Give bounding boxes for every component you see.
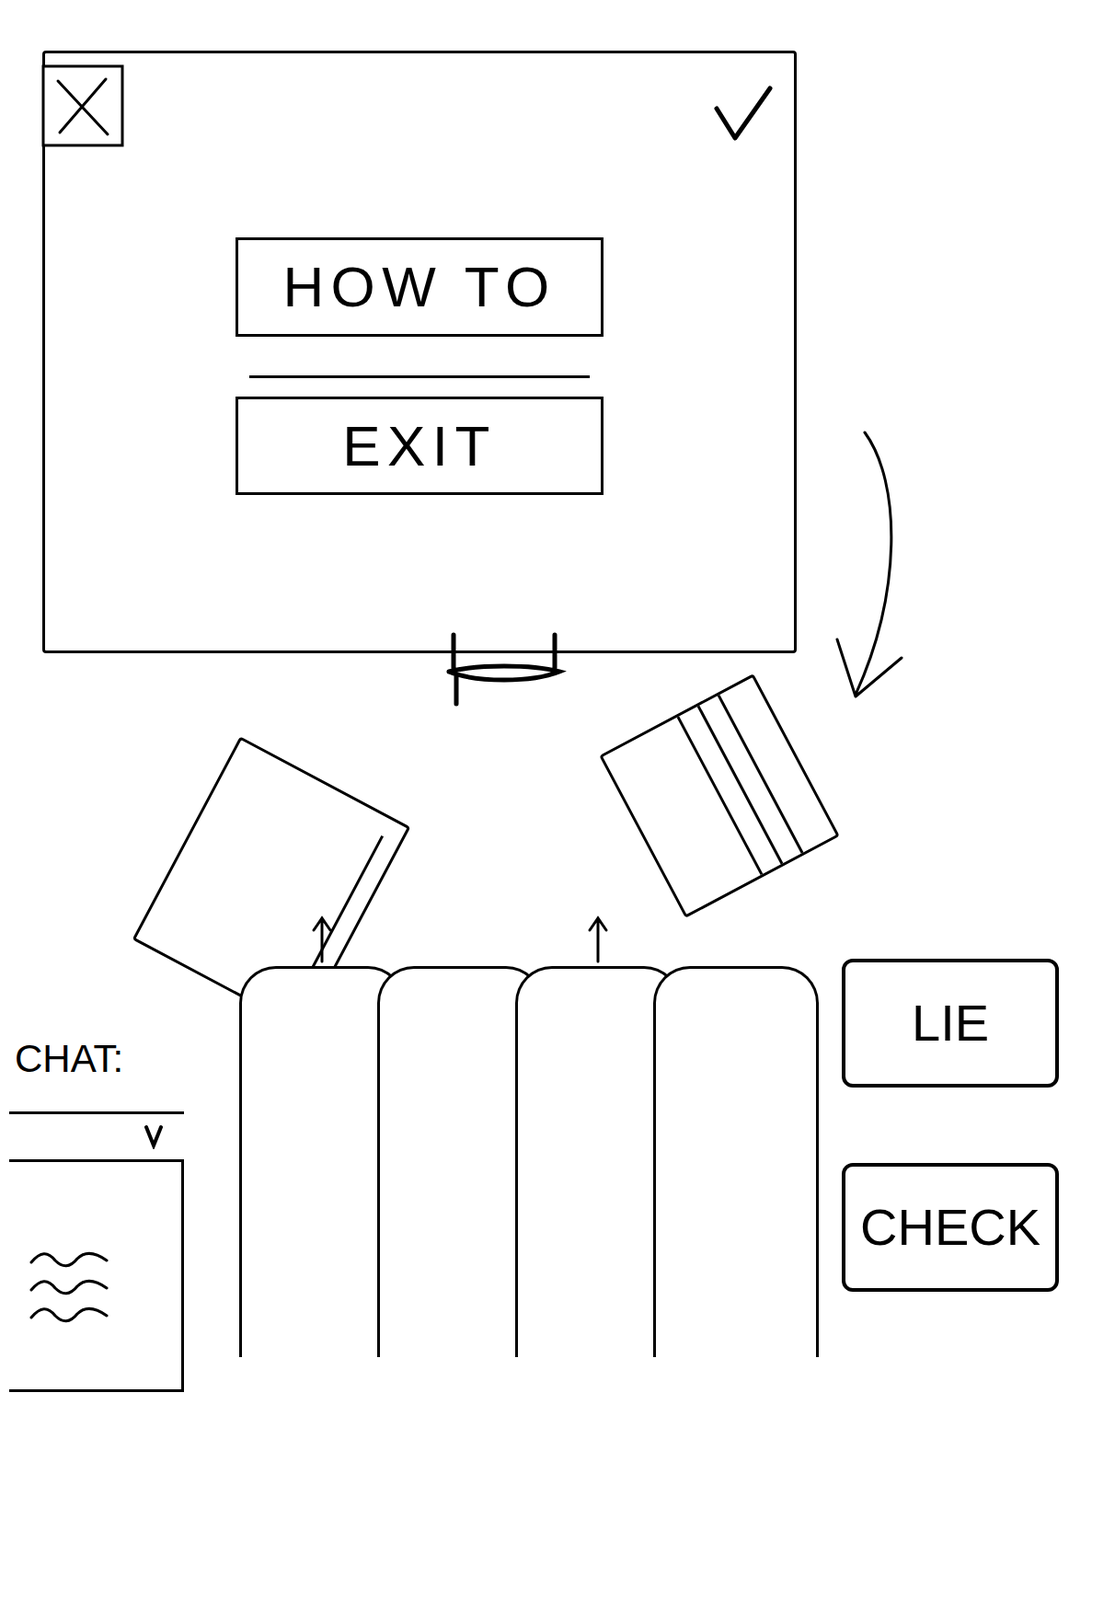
menu-dialog: HOW TO EXIT [42, 50, 797, 654]
chat-message-squiggle-icon [27, 1304, 111, 1323]
raise-arrow-icon [586, 915, 610, 964]
chat-panel: CHAT: [0, 958, 189, 1392]
chat-label: CHAT: [0, 1034, 189, 1084]
action-buttons: LIE CHECK [841, 958, 1059, 1292]
raise-arrow-icon [310, 915, 334, 964]
confirm-check-icon[interactable] [711, 80, 776, 146]
card-lines [602, 677, 837, 915]
play-direction-arrow-icon [827, 427, 920, 704]
dialog-stand-icon [439, 625, 569, 709]
hand-card[interactable] [653, 965, 819, 1357]
hand [239, 965, 819, 1357]
chat-message-squiggle-icon [27, 1249, 111, 1268]
close-icon[interactable] [41, 64, 125, 148]
chat-message-squiggle-icon [27, 1276, 111, 1296]
menu-button[interactable]: EXIT [235, 396, 604, 496]
chevron-down-icon [143, 1123, 164, 1150]
played-card [598, 673, 840, 919]
game-screen: HOW TO EXIT CHAT: LIE CHECK [0, 0, 1115, 1600]
action-button[interactable]: CHECK [841, 1162, 1059, 1292]
menu-button[interactable]: HOW TO [235, 237, 604, 337]
chat-dropdown[interactable] [9, 1111, 184, 1162]
action-button[interactable]: LIE [841, 958, 1059, 1088]
chat-messages [9, 1161, 184, 1392]
menu-divider [249, 375, 590, 379]
